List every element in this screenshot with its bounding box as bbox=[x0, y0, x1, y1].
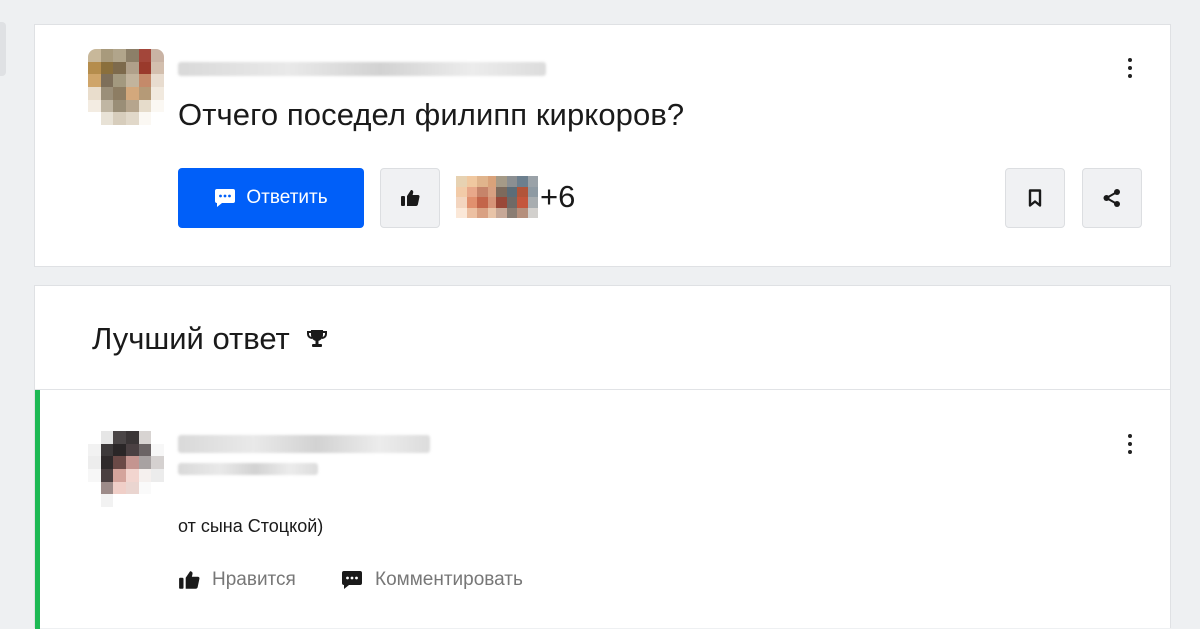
best-answer-marker bbox=[35, 390, 40, 629]
answer-comment-label: Комментировать bbox=[375, 569, 523, 590]
share-icon bbox=[1103, 189, 1120, 207]
comment-icon bbox=[215, 189, 236, 207]
comment-icon bbox=[342, 571, 362, 589]
answer-author-name[interactable] bbox=[178, 435, 430, 453]
side-tab[interactable] bbox=[0, 22, 6, 76]
question-author-avatar[interactable] bbox=[88, 49, 164, 125]
trophy-icon bbox=[306, 330, 327, 347]
best-answer-card: Лучший ответ от сына Стоцкой) Нравится К… bbox=[34, 285, 1171, 629]
bookmark-icon bbox=[1028, 189, 1042, 207]
best-answer-title: Лучший ответ bbox=[92, 321, 290, 356]
answer-comment-button[interactable]: Комментировать bbox=[341, 569, 523, 591]
share-button[interactable] bbox=[1082, 168, 1142, 228]
divider bbox=[35, 389, 1170, 390]
question-text: Отчего поседел филипп киркоров? bbox=[178, 97, 685, 132]
question-more-button[interactable] bbox=[1118, 53, 1142, 83]
reply-button-label: Ответить bbox=[246, 187, 328, 208]
likers-group[interactable]: +6 bbox=[456, 176, 575, 218]
answer-author-avatar[interactable] bbox=[88, 431, 164, 507]
more-vertical-icon bbox=[1128, 434, 1132, 438]
best-answer-heading: Лучший ответ bbox=[92, 321, 328, 357]
answer-like-button[interactable]: Нравится bbox=[178, 569, 296, 591]
thumbs-up-icon bbox=[401, 190, 420, 206]
bookmark-button[interactable] bbox=[1005, 168, 1065, 228]
answer-like-label: Нравится bbox=[212, 569, 296, 590]
question-author-name[interactable] bbox=[178, 62, 546, 76]
reply-button[interactable]: Ответить bbox=[178, 168, 364, 228]
question-card: Отчего поседел филипп киркоров? Ответить bbox=[34, 24, 1171, 267]
like-button[interactable] bbox=[380, 168, 440, 228]
liker-avatar bbox=[456, 176, 498, 218]
likers-extra-count: +6 bbox=[540, 179, 576, 214]
answer-author-status bbox=[178, 463, 318, 475]
answer-more-button[interactable] bbox=[1118, 429, 1142, 459]
thumbs-up-icon bbox=[179, 571, 200, 589]
liker-avatar bbox=[496, 176, 538, 218]
answer-text: от сына Стоцкой) bbox=[178, 516, 324, 536]
more-vertical-icon bbox=[1128, 58, 1132, 62]
